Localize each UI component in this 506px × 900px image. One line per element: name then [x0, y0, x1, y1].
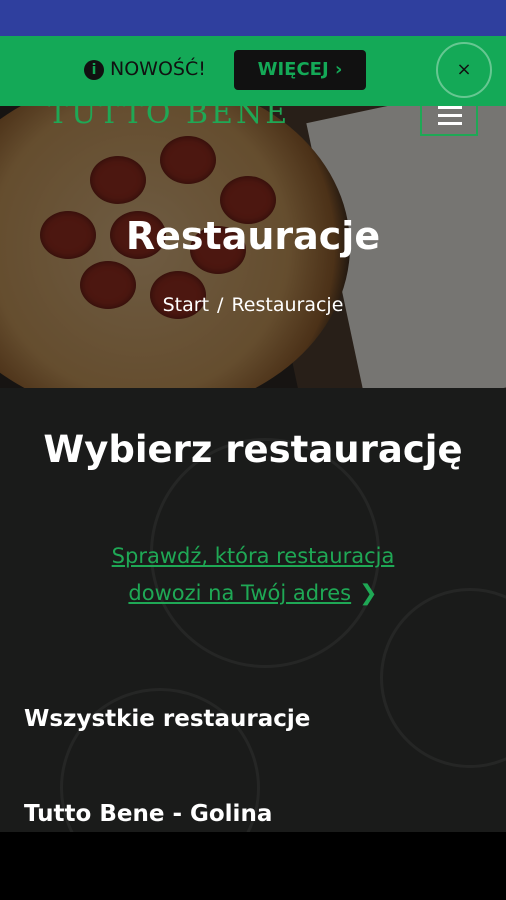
all-restaurants-heading: Wszystkie restauracje — [24, 706, 311, 732]
hamburger-icon — [438, 106, 462, 109]
breadcrumb-current: Restauracje — [231, 294, 344, 316]
check-link-line2[interactable]: dowozi na Twój adres — [128, 581, 351, 605]
close-icon: × — [456, 59, 472, 80]
close-banner-button[interactable]: × — [436, 42, 492, 98]
check-link-line1[interactable]: Sprawdź, która restauracja — [0, 538, 506, 575]
breadcrumb-separator: / — [217, 294, 224, 316]
section-heading: Wybierz restaurację — [43, 428, 463, 471]
breadcrumb: Start / Restauracje — [0, 294, 506, 316]
info-icon: i — [84, 60, 104, 80]
chevron-right-icon: ❯ — [359, 581, 378, 606]
page-title: Restauracje — [125, 214, 381, 258]
system-nav-bar — [0, 832, 506, 900]
more-button[interactable]: WIĘCEJ › — [234, 50, 366, 90]
restaurant-item[interactable]: Tutto Bene - Golina — [24, 801, 272, 827]
news-label: NOWOŚĆ! — [110, 58, 206, 80]
breadcrumb-home-link[interactable]: Start — [163, 294, 209, 316]
status-bar — [0, 0, 506, 36]
news-banner: i NOWOŚĆ! WIĘCEJ › × — [0, 36, 506, 106]
check-delivery-link[interactable]: Sprawdź, która restauracja dowozi na Twó… — [0, 538, 506, 612]
restaurant-list-section: Wybierz restaurację Sprawdź, która resta… — [0, 388, 506, 832]
